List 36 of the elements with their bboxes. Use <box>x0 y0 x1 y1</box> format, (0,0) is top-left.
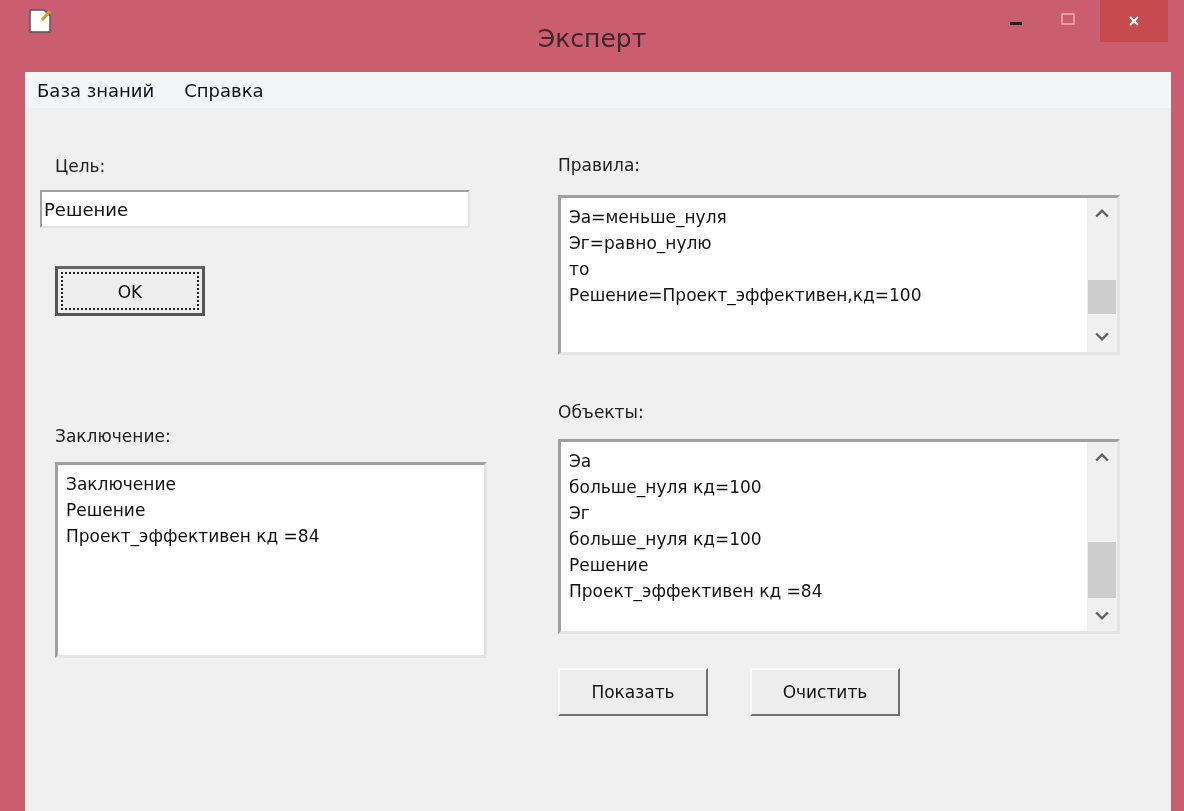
objects-label: Объекты: <box>558 402 644 422</box>
text-line: то <box>569 258 591 281</box>
clear-button[interactable]: Очистить <box>750 668 900 716</box>
text-line: Решение <box>66 499 147 522</box>
scrollbar[interactable] <box>1087 198 1117 352</box>
document-icon <box>28 8 52 34</box>
rules-text-area[interactable]: Эа=меньше_нуля Эг=равно_нулю то Решение=Проект_эффективен,кд=100 <box>558 195 1120 355</box>
text-line: больше_нуля кд=100 <box>569 476 763 500</box>
text-line: Решение=Проект_эффективен,кд=100 <box>569 284 923 308</box>
text-line: Заключение <box>66 473 177 496</box>
window-title: Эксперт <box>536 24 648 53</box>
rules-label: Правила: <box>558 155 641 175</box>
text-line: Проект_эффективен кд =84 <box>569 580 824 604</box>
text-line: Проект_эффективен кд =84 <box>66 525 321 549</box>
text-line: Эа <box>569 450 593 473</box>
close-button[interactable] <box>1100 0 1168 42</box>
text-line: Эг=равно_нулю <box>569 232 713 256</box>
scroll-thumb[interactable] <box>1088 542 1116 598</box>
conclusion-label: Заключение: <box>55 426 171 446</box>
goal-field[interactable]: Решение <box>40 190 470 228</box>
text-line: больше_нуля кд=100 <box>569 528 763 552</box>
goal-label: Цель: <box>55 156 106 176</box>
text-line: Эг <box>569 502 591 525</box>
scroll-thumb[interactable] <box>1088 280 1116 314</box>
conclusion-text-area[interactable]: Заключение Решение Проект_эффективен кд =84 <box>55 462 487 658</box>
objects-text-area[interactable]: Эа больше_нуля кд=100 Эг больше_нуля кд=100 Решение Проект_эффективен кд =84 <box>558 439 1120 634</box>
maximize-icon <box>1061 12 1075 26</box>
menu-item[interactable]: Справка <box>184 77 264 103</box>
show-button[interactable]: Показать <box>558 668 708 716</box>
scrollbar[interactable] <box>1087 442 1117 631</box>
menu-item[interactable]: База знаний <box>37 77 155 103</box>
minimize-icon <box>1010 21 1022 25</box>
ok-button[interactable]: OK <box>55 266 205 316</box>
close-icon <box>1127 14 1141 28</box>
text-line: Решение <box>569 554 650 577</box>
text-line: Эа=меньше_нуля <box>569 206 728 230</box>
